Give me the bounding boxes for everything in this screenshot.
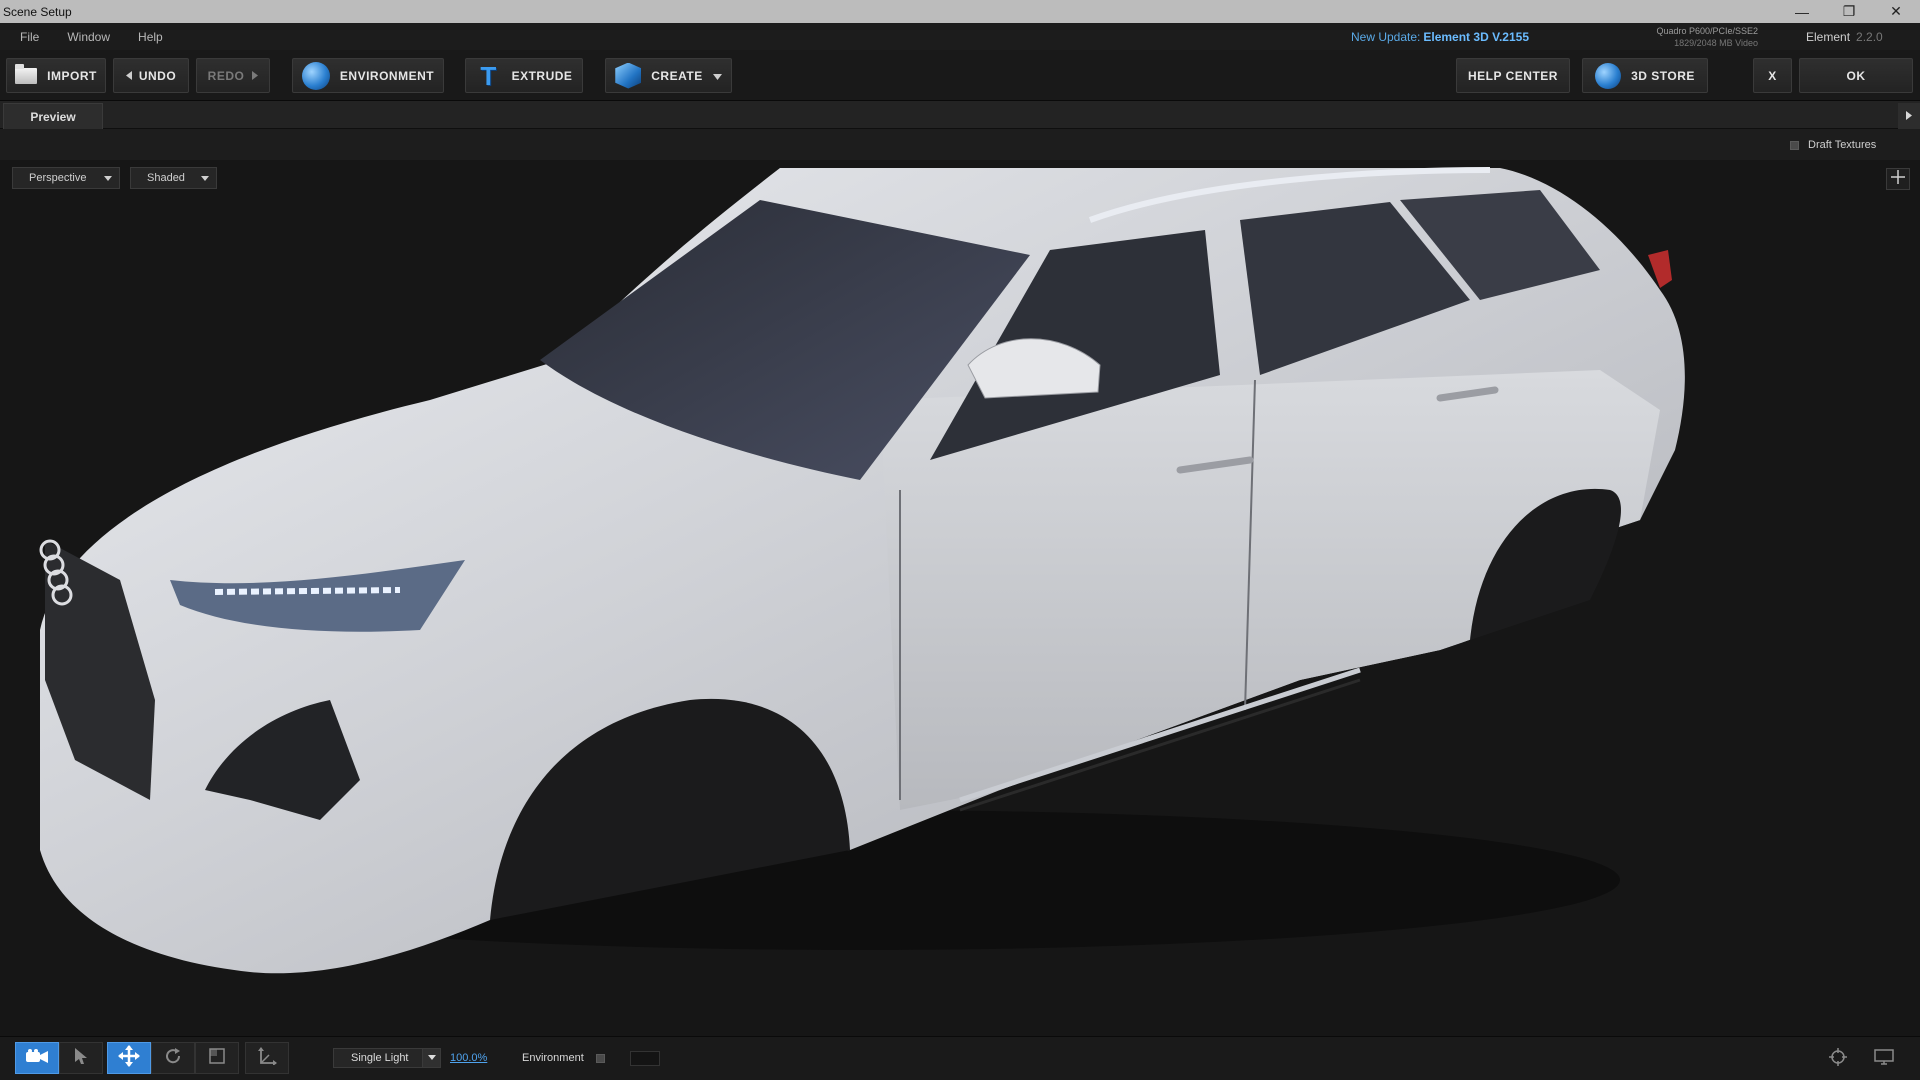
store-globe-icon <box>1595 62 1622 89</box>
import-label: IMPORT <box>47 68 97 83</box>
shading-mode-select[interactable]: Shaded <box>130 167 217 189</box>
target-icon <box>1829 1047 1847 1071</box>
expand-panel-button[interactable] <box>1898 103 1920 129</box>
chevron-down-icon <box>422 1049 440 1067</box>
3d-viewport[interactable]: Perspective Shaded <box>0 160 1920 1036</box>
environment-toggle[interactable]: Environment <box>522 1052 605 1064</box>
draft-textures-option[interactable]: Draft Textures <box>1790 139 1876 151</box>
update-version[interactable]: Element 3D V.2155 <box>1423 30 1529 44</box>
redo-button[interactable]: REDO <box>196 58 270 93</box>
3d-store-button[interactable]: 3D STORE <box>1582 58 1708 93</box>
undo-label: UNDO <box>138 68 177 83</box>
axis-tool-button[interactable] <box>245 1042 289 1074</box>
create-label: CREATE <box>651 68 703 83</box>
light-preset-value: Single Light <box>351 1052 409 1064</box>
axis-icon <box>257 1046 277 1070</box>
store-label: 3D STORE <box>1631 68 1695 83</box>
cube-icon <box>615 62 642 89</box>
import-button[interactable]: IMPORT <box>6 58 106 93</box>
chevron-down-icon <box>201 176 209 181</box>
draft-textures-label: Draft Textures <box>1808 139 1877 151</box>
environment-label: ENVIRONMENT <box>339 68 435 83</box>
create-button[interactable]: CREATE <box>605 58 732 93</box>
environment-checkbox[interactable] <box>595 1053 605 1063</box>
menu-help[interactable]: Help <box>126 30 175 44</box>
move-arrows-icon <box>118 1044 140 1072</box>
environment-button[interactable]: ENVIRONMENT <box>292 58 444 93</box>
close-window-button[interactable]: ✕ <box>1874 0 1918 23</box>
scale-square-icon <box>209 1047 225 1069</box>
window-title: Scene Setup <box>3 4 72 19</box>
select-tool-button[interactable] <box>59 1042 103 1074</box>
redo-label: REDO <box>207 68 245 83</box>
crosshair-icon <box>1891 169 1905 189</box>
cancel-label: X <box>1768 68 1777 83</box>
light-preset-select[interactable]: Single Light <box>333 1048 441 1068</box>
product-version: 2.2.0 <box>1856 30 1883 44</box>
chevron-right-icon <box>1906 107 1912 125</box>
ok-label: OK <box>1846 68 1866 83</box>
chevron-down-icon <box>712 69 722 83</box>
arrow-right-icon <box>252 69 259 83</box>
scale-tool-button[interactable] <box>195 1042 239 1074</box>
camera-icon <box>26 1048 48 1068</box>
snap-target-button[interactable] <box>1820 1045 1856 1073</box>
rotate-tool-button[interactable] <box>151 1042 195 1074</box>
camera-view-value: Perspective <box>29 172 87 184</box>
update-notice[interactable]: New Update: Element 3D V.2155 <box>1351 30 1529 44</box>
chevron-down-icon <box>104 176 112 181</box>
window-titlebar: Scene Setup — ❐ ✕ <box>0 0 1920 23</box>
help-center-button[interactable]: HELP CENTER <box>1456 58 1570 93</box>
cursor-arrow-icon <box>75 1047 87 1069</box>
minimize-button[interactable]: — <box>1780 0 1824 23</box>
camera-tool-button[interactable] <box>15 1042 59 1074</box>
environment-color-swatch[interactable] <box>630 1051 660 1066</box>
panel-tab-strip: Preview <box>0 101 1920 129</box>
gpu-name: Quadro P600/PCIe/SSE2 <box>1656 26 1758 36</box>
bottom-toolbar: Single Light 100.0% Environment <box>0 1036 1920 1080</box>
restore-button[interactable]: ❐ <box>1827 0 1871 23</box>
extrude-t-icon: T <box>480 60 497 91</box>
main-toolbar: IMPORT UNDO REDO ENVIRONMENT T EXTRUDE C… <box>0 50 1920 101</box>
light-intensity-value[interactable]: 100.0% <box>450 1052 487 1064</box>
tab-preview[interactable]: Preview <box>3 103 103 129</box>
draft-textures-checkbox[interactable] <box>1790 140 1799 150</box>
folder-icon <box>15 63 38 84</box>
extrude-button[interactable]: T EXTRUDE <box>465 58 583 93</box>
extrude-label: EXTRUDE <box>511 68 573 83</box>
help-center-label: HELP CENTER <box>1468 68 1558 83</box>
move-tool-button[interactable] <box>107 1042 151 1074</box>
product-name: Element <box>1806 30 1851 44</box>
menu-window[interactable]: Window <box>55 30 122 44</box>
menu-file[interactable]: File <box>8 30 51 44</box>
car-render <box>39 167 1685 974</box>
ok-button[interactable]: OK <box>1799 58 1913 93</box>
update-prefix: New Update: <box>1351 30 1421 44</box>
preview-options-row: Draft Textures <box>0 129 1920 160</box>
arrow-left-icon <box>125 69 132 83</box>
globe-icon <box>301 61 330 90</box>
environment-toggle-label: Environment <box>522 1052 584 1064</box>
camera-view-select[interactable]: Perspective <box>12 167 120 189</box>
shading-mode-value: Shaded <box>147 172 185 184</box>
menu-bar: File Window Help <box>0 23 1920 50</box>
maximize-viewport-button[interactable] <box>1886 168 1910 190</box>
display-options-button[interactable] <box>1866 1045 1902 1073</box>
product-label: Element 2.2.0 <box>1806 30 1883 44</box>
monitor-icon <box>1874 1048 1894 1070</box>
rotate-icon <box>164 1047 182 1070</box>
cancel-button[interactable]: X <box>1753 58 1792 93</box>
undo-button[interactable]: UNDO <box>113 58 189 93</box>
